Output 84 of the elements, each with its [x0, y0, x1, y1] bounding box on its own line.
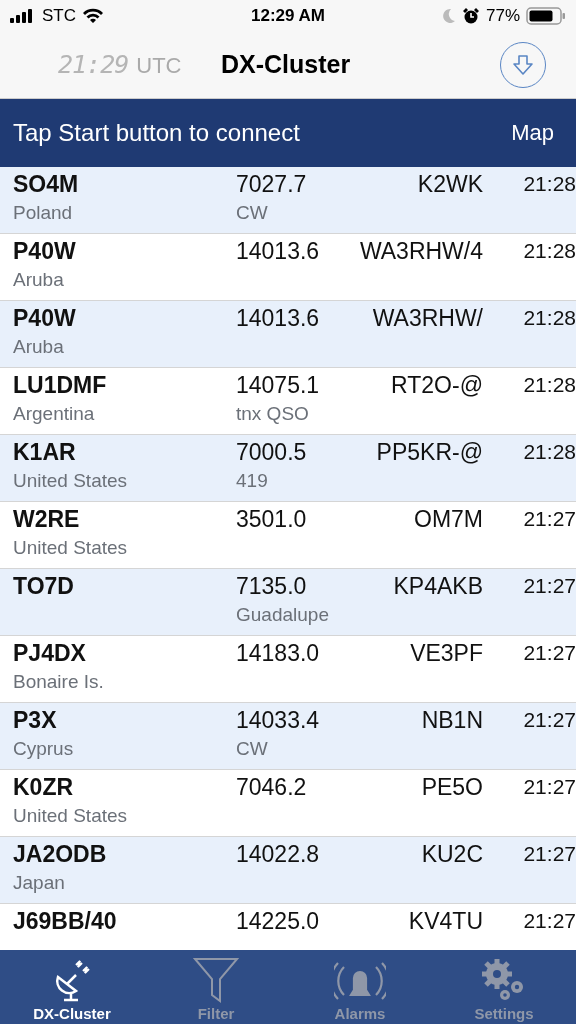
frequency: 14075.1 [236, 371, 321, 400]
alarm-clock-icon [462, 7, 480, 25]
spot-time: 21:27 [522, 640, 576, 666]
spotter-callsign: KU2C [420, 840, 483, 869]
frequency: 14183.0 [236, 639, 321, 668]
country-name: Aruba [13, 268, 65, 292]
spotter-callsign: KV4TU [407, 907, 483, 936]
frequency: 14225.0 [236, 907, 321, 936]
country-name: Bonaire Is. [13, 670, 105, 694]
dx-callsign: TO7D [13, 572, 75, 601]
frequency: 14033.4 [236, 706, 321, 735]
spot-time: 21:28 [522, 238, 576, 264]
dx-callsign: P40W [13, 237, 77, 266]
spotter-callsign: WA3RHW/ [371, 304, 483, 333]
spotter-callsign: PP5KR-@ [375, 438, 483, 467]
country-name: Argentina [13, 402, 96, 426]
carrier-name: STC [42, 6, 76, 26]
spot-time: 21:28 [522, 305, 576, 331]
frequency: 7135.0 [236, 572, 308, 601]
spot-comment: CW [236, 737, 269, 761]
spotter-callsign: RT2O-@ [390, 371, 483, 400]
dx-callsign: P3X [13, 706, 58, 735]
wifi-icon [82, 8, 104, 24]
spot-time: 21:27 [522, 841, 576, 867]
screen-title: DX-Cluster [221, 50, 351, 79]
dx-callsign: JA2ODB [13, 840, 108, 869]
spot-row[interactable]: JA2ODB 14022.8 KU2C 21:27 Japan [0, 837, 576, 904]
dx-callsign: LU1DMF [13, 371, 108, 400]
spotter-callsign: VE3PF [409, 639, 483, 668]
dx-callsign: P40W [13, 304, 77, 333]
spotter-callsign: PE5O [420, 773, 483, 802]
frequency: 7046.2 [236, 773, 308, 802]
spotter-callsign: KP4AKB [392, 572, 483, 601]
spot-time: 21:28 [522, 372, 576, 398]
spot-comment: tnx QSO [236, 402, 310, 426]
spot-row[interactable]: P40W 14013.6 WA3RHW/ 21:28 Aruba [0, 301, 576, 368]
frequency: 7027.7 [236, 170, 308, 199]
frequency: 14013.6 [236, 304, 321, 333]
clock-time: 12:29 AM [251, 6, 325, 26]
battery-percent: 77% [486, 6, 520, 26]
spotter-callsign: WA3RHW/4 [358, 237, 483, 266]
map-button[interactable]: Map [505, 116, 560, 150]
tab-button[interactable]: DX-Cluster [0, 950, 144, 1024]
dx-callsign: J69BB/40 [13, 907, 118, 936]
spot-comment: Guadalupe [236, 603, 330, 627]
country-name: Japan [13, 871, 66, 895]
spot-time: 21:27 [522, 707, 576, 733]
country-name: United States [13, 536, 129, 560]
connection-message: Tap Start button to connect [13, 119, 300, 147]
spot-row[interactable]: SO4M 7027.7 K2WK 21:28 Poland CW [0, 167, 576, 234]
spot-row[interactable]: P3X 14033.4 NB1N 21:27 Cyprus CW [0, 703, 576, 770]
frequency: 3501.0 [236, 505, 308, 534]
utc-label: UTC [136, 53, 182, 79]
dx-callsign: K1AR [13, 438, 77, 467]
utc-clock: 21:29 [58, 50, 129, 79]
country-name: Cyprus [13, 737, 75, 761]
dx-callsign: SO4M [13, 170, 80, 199]
spot-time: 21:27 [522, 573, 576, 599]
spot-time: 21:28 [522, 171, 576, 197]
country-name: Aruba [13, 335, 65, 359]
dx-callsign: PJ4DX [13, 639, 87, 668]
dx-callsign: W2RE [13, 505, 81, 534]
funnel-icon [193, 957, 239, 1003]
spot-row[interactable]: K1AR 7000.5 PP5KR-@ 21:28 United States 419 [0, 435, 576, 502]
spot-time: 21:27 [522, 908, 576, 934]
spotter-callsign: NB1N [420, 706, 483, 735]
moon-icon [442, 8, 456, 24]
frequency: 7000.5 [236, 438, 308, 467]
spotter-callsign: OM7M [413, 505, 483, 534]
spot-comment: 419 [236, 469, 269, 493]
spot-time: 21:27 [522, 506, 576, 532]
battery-icon [526, 7, 566, 25]
down-arrow-icon [511, 53, 535, 77]
spot-time: 21:27 [522, 774, 576, 800]
country-name: United States [13, 469, 129, 493]
frequency: 14022.8 [236, 840, 321, 869]
spot-comment: CW [236, 201, 269, 225]
country-name: Poland [13, 201, 74, 225]
spot-time: 21:28 [522, 439, 576, 465]
frequency: 14013.6 [236, 237, 321, 266]
spotter-callsign: K2WK [416, 170, 483, 199]
dx-callsign: K0ZR [13, 773, 75, 802]
spot-row[interactable]: TO7D 7135.0 KP4AKB 21:27 Guadalupe [0, 569, 576, 636]
country-name: United States [13, 804, 129, 828]
